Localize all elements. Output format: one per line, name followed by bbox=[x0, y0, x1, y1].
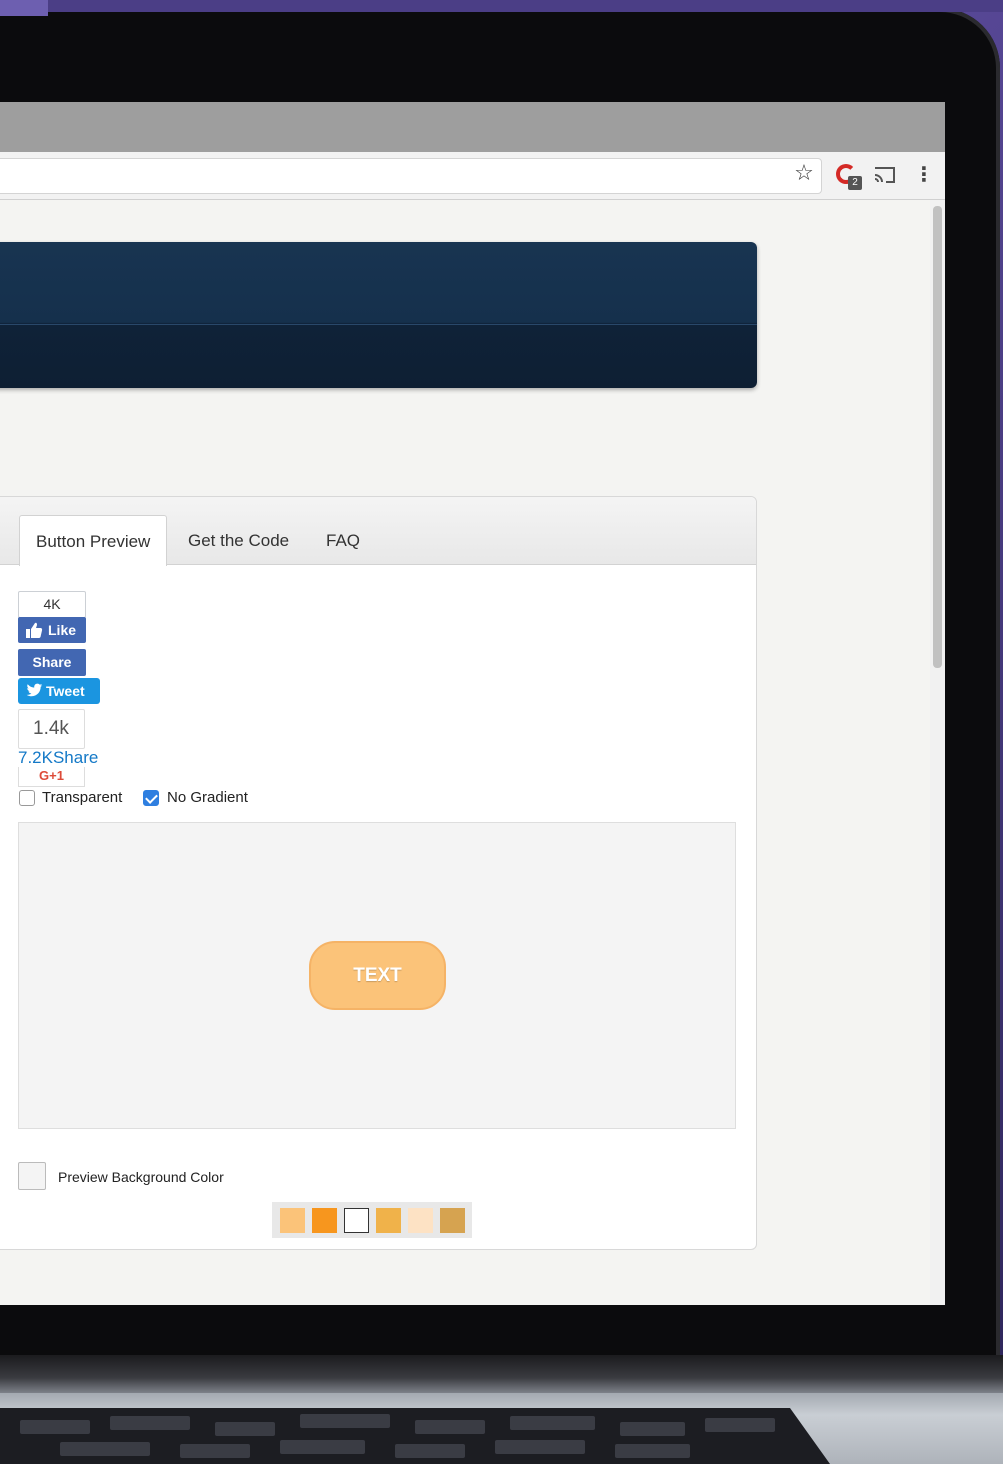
no-gradient-option[interactable]: No Gradient bbox=[143, 789, 273, 809]
browser-tab-strip bbox=[0, 102, 945, 152]
swatch[interactable] bbox=[440, 1208, 465, 1233]
facebook-like-count: 4K bbox=[18, 591, 86, 618]
browser-menu-icon[interactable]: ⋮ bbox=[914, 164, 934, 188]
google-plus-button[interactable]: G+1 bbox=[18, 767, 85, 787]
vertical-scrollbar[interactable] bbox=[930, 200, 945, 1305]
web-page: Button Preview Get the Code FAQ 4K Like … bbox=[0, 200, 930, 1305]
background-color-picker[interactable] bbox=[18, 1162, 46, 1190]
background-corner bbox=[0, 0, 48, 16]
swatch[interactable] bbox=[280, 1208, 305, 1233]
bookmark-star-icon[interactable]: ☆ bbox=[792, 162, 816, 186]
transparent-option[interactable]: Transparent bbox=[15, 789, 145, 809]
tabs-header: Button Preview Get the Code FAQ bbox=[0, 497, 756, 566]
cast-icon[interactable] bbox=[872, 164, 898, 186]
laptop-hinge bbox=[0, 1355, 1003, 1393]
transparent-checkbox[interactable] bbox=[19, 790, 35, 806]
swatch[interactable] bbox=[376, 1208, 401, 1233]
tab-faq[interactable]: FAQ bbox=[310, 515, 376, 566]
twitter-bird-icon bbox=[26, 683, 43, 697]
facebook-like-button[interactable]: Like bbox=[18, 617, 86, 643]
no-gradient-label: No Gradient bbox=[167, 789, 248, 806]
swatch[interactable] bbox=[408, 1208, 433, 1233]
facebook-like-label: Like bbox=[48, 622, 77, 638]
laptop-screen: ☆ 2 ⋮ Button Preview Get the Code FAQ 4K bbox=[0, 102, 945, 1305]
swatch[interactable] bbox=[312, 1208, 337, 1233]
button-generator-panel: Button Preview Get the Code FAQ 4K Like … bbox=[0, 496, 757, 1250]
tab-get-the-code[interactable]: Get the Code bbox=[172, 515, 305, 566]
browser-toolbar: ☆ 2 ⋮ bbox=[0, 152, 945, 200]
button-preview-area: TEXT bbox=[18, 822, 736, 1129]
tab-button-preview[interactable]: Button Preview bbox=[19, 515, 168, 566]
thumbs-up-icon bbox=[26, 622, 43, 638]
hero-banner bbox=[0, 242, 757, 388]
facebook-share-button[interactable]: Share bbox=[18, 649, 86, 676]
scrollbar-thumb[interactable] bbox=[933, 206, 942, 668]
extension-badge: 2 bbox=[848, 176, 862, 190]
laptop-top-edge bbox=[0, 0, 1003, 12]
transparent-label: Transparent bbox=[42, 789, 123, 806]
address-bar[interactable] bbox=[0, 158, 822, 194]
share-count-link[interactable]: 7.2KShare bbox=[18, 748, 98, 768]
no-gradient-checkbox[interactable] bbox=[143, 790, 159, 806]
color-swatches bbox=[272, 1202, 472, 1238]
extension-icon[interactable]: 2 bbox=[836, 164, 862, 190]
share-count-box: 1.4k bbox=[18, 709, 85, 749]
tweet-button[interactable]: Tweet bbox=[18, 678, 100, 704]
background-color-label: Preview Background Color bbox=[58, 1169, 224, 1185]
hero-divider bbox=[0, 324, 757, 325]
preview-button[interactable]: TEXT bbox=[309, 941, 446, 1010]
laptop-keyboard bbox=[0, 1408, 830, 1464]
swatch[interactable] bbox=[344, 1208, 369, 1233]
tweet-label: Tweet bbox=[46, 683, 85, 699]
